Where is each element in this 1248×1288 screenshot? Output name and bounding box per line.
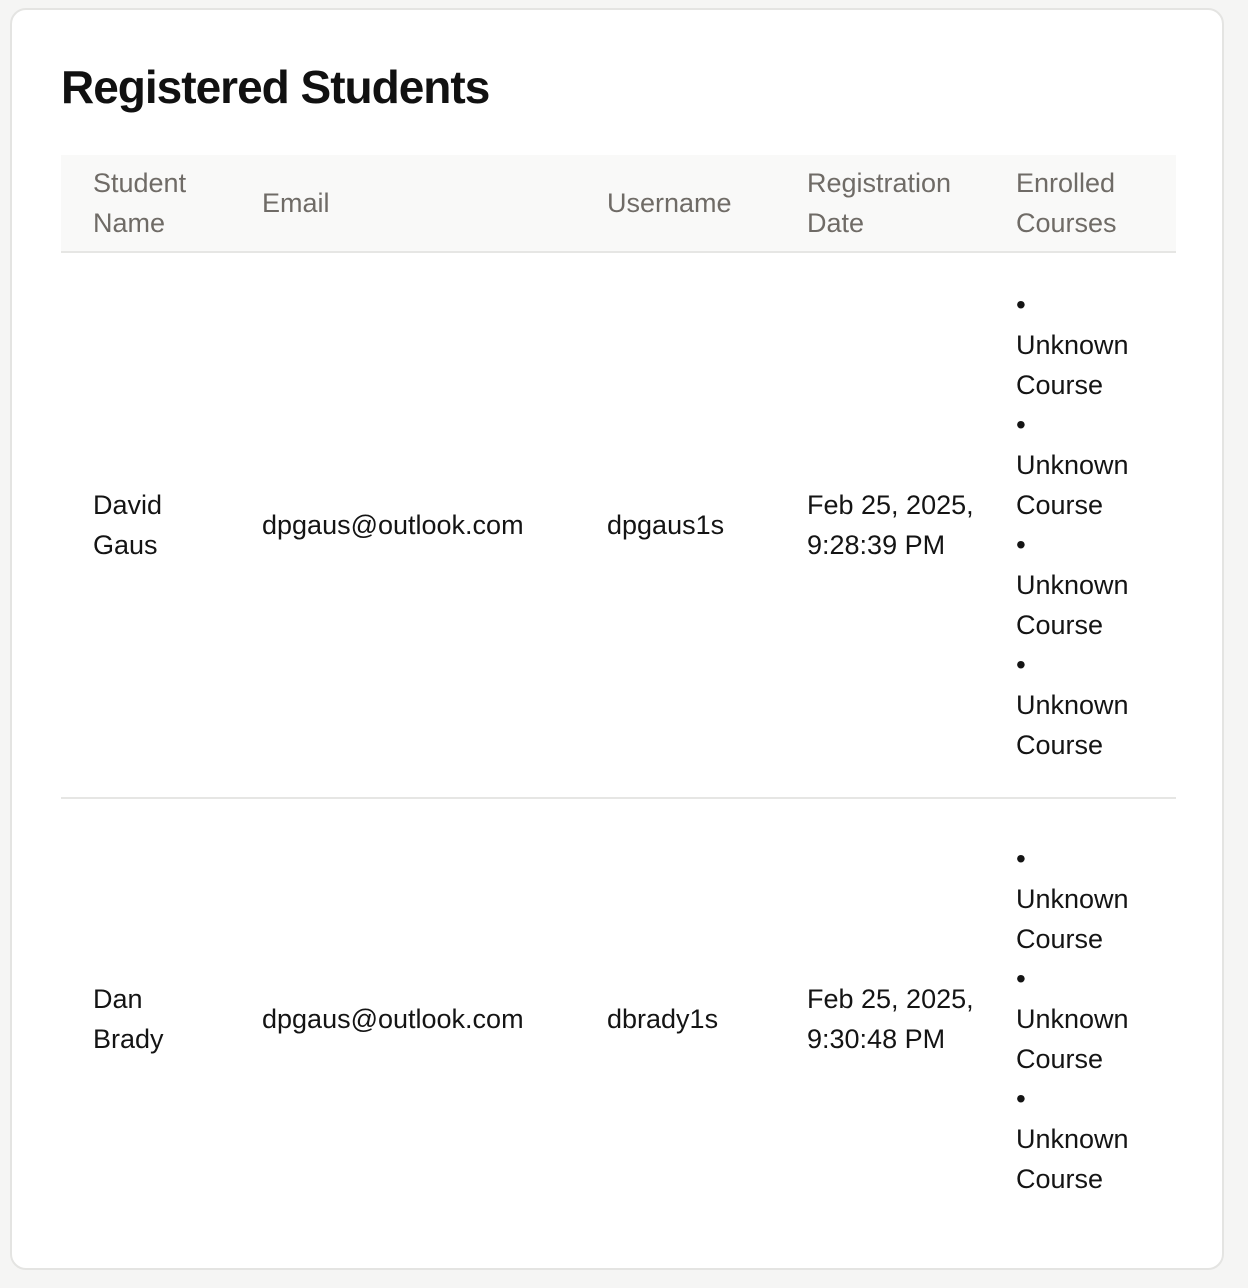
email-cell: dpgaus@outlook.com bbox=[262, 1003, 524, 1034]
course-label: Unknown Course bbox=[1016, 1003, 1129, 1074]
bullet-icon: • bbox=[1016, 1082, 1026, 1114]
course-label: Unknown Course bbox=[1016, 450, 1129, 520]
bullet-icon: • bbox=[1016, 289, 1026, 320]
student-name-cell: David Gaus bbox=[93, 490, 163, 560]
enrolled-courses-cell: • Unknown Course • Unknown Course • Unkn… bbox=[997, 252, 1176, 798]
table-header-row: Student Name Email Username Registration… bbox=[61, 155, 1176, 252]
course-list-item: • Unknown Course bbox=[1016, 285, 1168, 405]
student-name-cell: Dan Brady bbox=[93, 983, 164, 1054]
bullet-icon: • bbox=[1016, 529, 1026, 560]
course-list-item: • Unknown Course bbox=[1016, 405, 1168, 525]
registration-date-cell: Feb 25, 2025, 9:30:48 PM bbox=[807, 983, 974, 1054]
course-label: Unknown Course bbox=[1016, 330, 1129, 400]
header-registration-date: Registration Date bbox=[807, 168, 952, 238]
bullet-icon: • bbox=[1016, 842, 1026, 874]
course-label: Unknown Course bbox=[1016, 570, 1129, 640]
header-email: Email bbox=[262, 188, 330, 218]
course-label: Unknown Course bbox=[1016, 690, 1129, 760]
table-row: Dan Brady dpgaus@outlook.com dbrady1s Fe… bbox=[61, 798, 1176, 1238]
course-list-item: • Unknown Course bbox=[1016, 645, 1168, 765]
page-title: Registered Students bbox=[61, 61, 490, 113]
header-username: Username bbox=[607, 188, 732, 218]
course-list-item: • Unknown Course bbox=[1016, 1079, 1168, 1199]
header-enrolled-courses: Enrolled Courses bbox=[1016, 168, 1117, 238]
bullet-icon: • bbox=[1016, 962, 1026, 994]
course-list-item: • Unknown Course bbox=[1016, 959, 1168, 1079]
bullet-icon: • bbox=[1016, 409, 1026, 440]
course-list: • Unknown Course • Unknown Course • Unkn… bbox=[1016, 285, 1168, 765]
students-card: Registered Students Student Name Email U… bbox=[10, 8, 1224, 1270]
course-label: Unknown Course bbox=[1016, 1123, 1129, 1194]
registration-date-cell: Feb 25, 2025, 9:28:39 PM bbox=[807, 490, 974, 560]
course-label: Unknown Course bbox=[1016, 883, 1129, 954]
bullet-icon: • bbox=[1016, 649, 1026, 680]
header-student-name: Student Name bbox=[93, 168, 187, 238]
course-list-item: • Unknown Course bbox=[1016, 839, 1168, 959]
email-cell: dpgaus@outlook.com bbox=[262, 510, 524, 540]
course-list-item: • Unknown Course bbox=[1016, 525, 1168, 645]
enrolled-courses-cell: • Unknown Course • Unknown Course • Unkn… bbox=[997, 798, 1176, 1238]
course-list: • Unknown Course • Unknown Course • Unkn… bbox=[1016, 839, 1168, 1199]
students-table: Student Name Email Username Registration… bbox=[61, 155, 1176, 1238]
table-row: David Gaus dpgaus@outlook.com dpgaus1s F… bbox=[61, 252, 1176, 798]
username-cell: dbrady1s bbox=[607, 1003, 719, 1034]
username-cell: dpgaus1s bbox=[607, 510, 725, 540]
